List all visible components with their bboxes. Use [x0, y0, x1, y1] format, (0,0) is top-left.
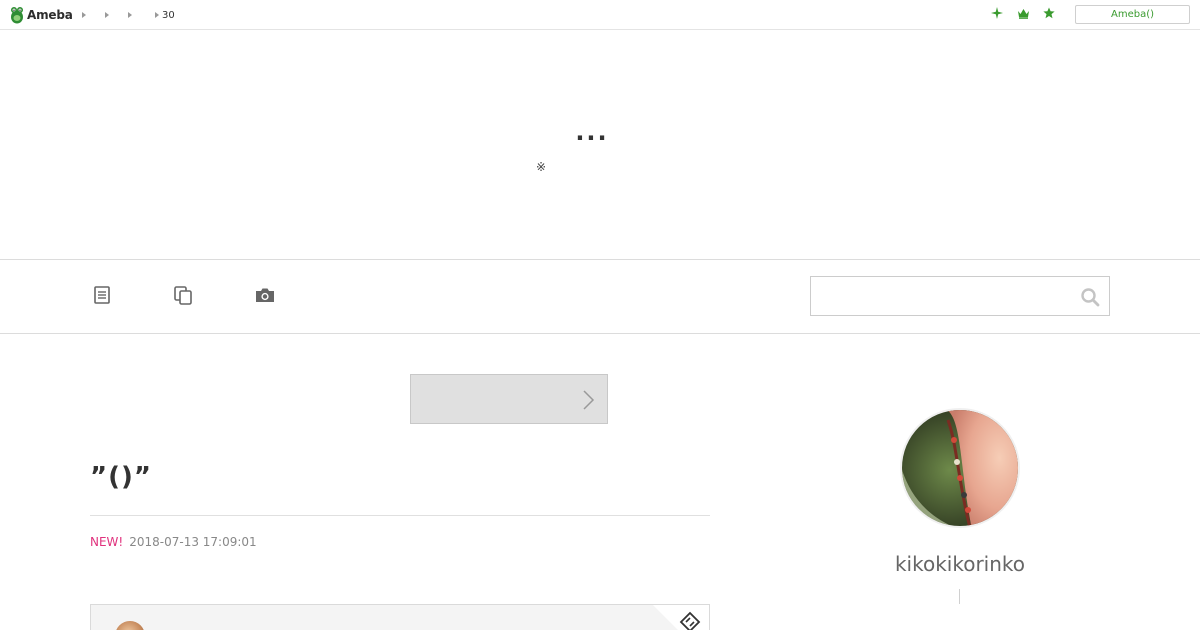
search-input[interactable] [811, 277, 1071, 315]
entry-meta: NEW! 2018-07-13 17:09:01 [90, 535, 257, 549]
search-icon[interactable] [1079, 286, 1101, 308]
blog-title[interactable]: ... [0, 118, 1200, 146]
ameba-logo[interactable]: Ameba [10, 5, 73, 25]
triangle-right-icon [82, 12, 86, 18]
divider [959, 589, 960, 604]
prev-entry-button[interactable] [410, 374, 608, 424]
ameba-account-button[interactable]: Ameba() [1075, 5, 1190, 24]
blog-subtitle: ※ [536, 160, 547, 174]
sparkle-icon[interactable] [990, 6, 1004, 20]
triangle-right-icon [105, 12, 109, 18]
document-icon[interactable] [91, 284, 113, 306]
logo-text: Ameba [27, 8, 73, 22]
triangle-right-icon [155, 12, 159, 18]
avatar [115, 621, 145, 630]
reblog-card[interactable] [90, 604, 710, 630]
divider [90, 515, 710, 516]
top-header-bar: Ameba 30 Ameba() [0, 0, 1200, 30]
camera-icon[interactable] [253, 284, 275, 306]
profile-photo-image [902, 410, 1018, 526]
entry-date: 2018-07-13 17:09:01 [129, 535, 257, 549]
breadcrumb-item[interactable] [128, 12, 135, 18]
breadcrumb-item-30[interactable]: 30 [155, 10, 175, 21]
breadcrumb-item[interactable] [82, 12, 89, 18]
reblog-icon[interactable] [679, 611, 701, 630]
frog-logo-icon [11, 7, 23, 24]
blog-navbar [0, 260, 1200, 334]
blog-search-box [810, 276, 1110, 316]
chevron-right-icon [583, 390, 595, 410]
profile-avatar[interactable] [900, 408, 1020, 528]
header-icon-group [990, 6, 1056, 20]
breadcrumb-item[interactable] [105, 12, 112, 18]
new-badge: NEW! [90, 535, 124, 549]
star-icon[interactable] [1042, 6, 1056, 20]
crown-icon[interactable] [1016, 6, 1030, 20]
entry-title[interactable]: ”()” [90, 462, 152, 492]
blog-header: ... ※ [0, 30, 1200, 260]
triangle-right-icon [128, 12, 132, 18]
breadcrumb: 30 [82, 0, 191, 30]
copy-icon[interactable] [172, 284, 194, 306]
profile-name[interactable]: kikokikorinko [840, 552, 1080, 576]
